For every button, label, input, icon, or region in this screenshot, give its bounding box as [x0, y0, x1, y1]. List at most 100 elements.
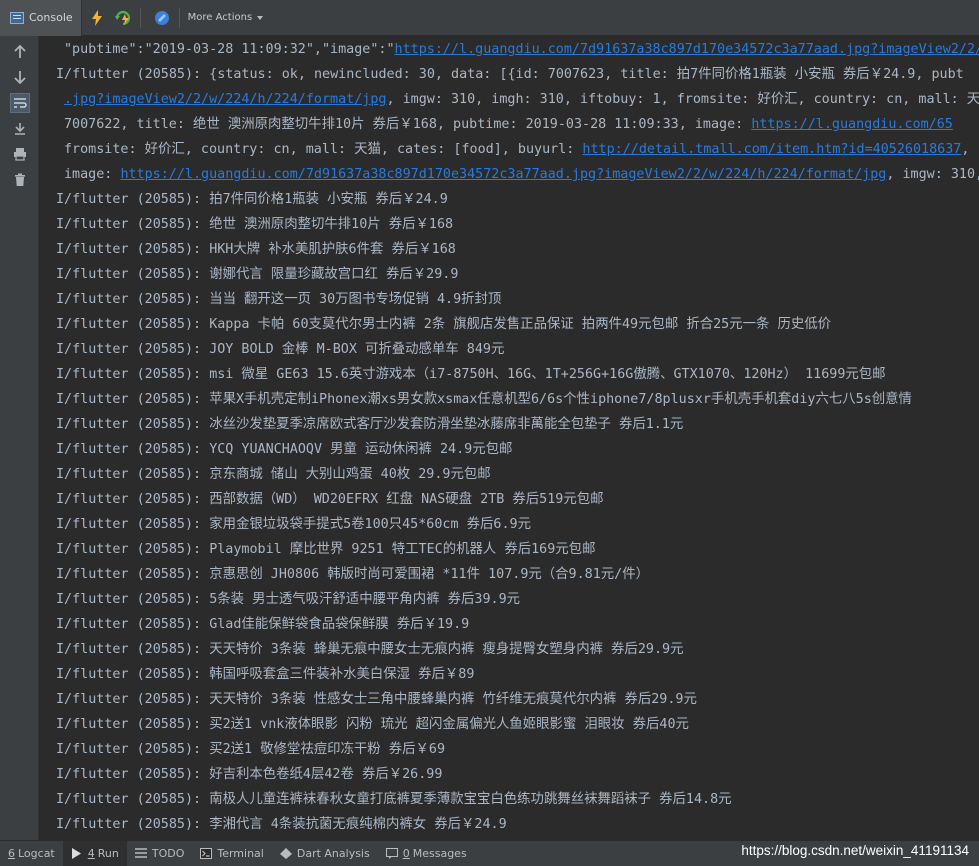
log-message: JOY BOLD 金棒 M-BOX 可折叠动感单车 849元 [209, 342, 505, 357]
log-message: 京惠思创 JH0806 韩版时尚可爱围裙 *11件 107.9元（合9.81元/… [209, 567, 650, 582]
scroll-to-end-icon[interactable] [10, 119, 30, 139]
log-prefix: I/flutter (20585): [56, 417, 210, 432]
soft-wrap-icon[interactable] [10, 93, 30, 113]
log-message: Kappa 卡帕 60支莫代尔男士内裤 2条 旗舰店发售正品保证 拍两件49元包… [209, 317, 832, 332]
log-message: 京东商城 储山 大别山鸡蛋 40枚 29.9元包邮 [209, 467, 491, 482]
log-line: I/flutter (20585): 天天特价 3条装 性感女士三角中腰蜂巢内裤… [56, 687, 697, 712]
logcat-label: Logcat [18, 847, 55, 860]
log-message: YCQ YUANCHAOQV 男童 运动休闲裤 24.9元包邮 [209, 442, 513, 457]
log-line: I/flutter (20585): 天天特价 3条装 蜂巢无痕中腰女士无痕内裤… [56, 637, 683, 662]
messages-tab[interactable]: 0 Messages [378, 841, 475, 866]
log-prefix: I/flutter (20585): [56, 667, 210, 682]
log-prefix: I/flutter (20585): [56, 292, 210, 307]
log-prefix: I/flutter (20585): [56, 492, 210, 507]
log-prefix: I/flutter (20585): [56, 267, 210, 282]
terminal-icon [200, 848, 213, 859]
chevron-down-icon [257, 15, 264, 20]
tab-console-label: Console [29, 11, 73, 24]
log-text: fromsite: 好价汇, country: cn, mall: 天猫, ca… [64, 142, 583, 157]
log-line: I/flutter (20585): 买2送1 敬修堂祛痘印冻干粉 券后￥69 [56, 737, 445, 762]
log-prefix: I/flutter (20585): [56, 467, 210, 482]
log-prefix: I/flutter (20585): [56, 342, 210, 357]
log-message: 苹果X手机壳定制iPhonex潮xs男女款xsmax任意机型6/6s个性ipho… [209, 392, 912, 407]
dart-analysis-tab[interactable]: Dart Analysis [272, 841, 378, 866]
log-line: I/flutter (20585): 京东商城 储山 大别山鸡蛋 40枚 29.… [56, 462, 491, 487]
log-message: 好吉利本色卷纸4层42卷 券后￥26.99 [209, 767, 443, 782]
log-line: I/flutter (20585): 绝世 澳洲原肉整切牛排10片 券后￥168 [56, 212, 453, 237]
log-text: I/flutter (20585): {status: ok, newinclu… [56, 67, 964, 82]
log-prefix: I/flutter (20585): [56, 317, 210, 332]
log-message: msi 微星 GE63 15.6英寸游戏本（i7-8750H、16G、1T+25… [209, 367, 886, 382]
more-actions-button[interactable]: More Actions [188, 12, 264, 23]
log-text: image: [64, 167, 121, 182]
log-line: I/flutter (20585): 南极人儿童连裤袜春秋女童打底裤夏季薄款宝宝… [56, 787, 732, 812]
log-line: I/flutter (20585): 西部数据（WD） WD20EFRX 红盘 … [56, 487, 604, 512]
run-label: Run [97, 847, 119, 860]
log-message: Playmobil 摩比世界 9251 特工TEC的机器人 券后169元包邮 [209, 542, 596, 557]
log-line: I/flutter (20585): YCQ YUANCHAOQV 男童 运动休… [56, 437, 512, 462]
log-prefix: I/flutter (20585): [56, 617, 210, 632]
log-line: I/flutter (20585): 拍7件同价格1瓶装 小安瓶 券后￥24.9 [56, 187, 448, 212]
log-line: I/flutter (20585): HKH大牌 补水美肌护肤6件套 券后￥16… [56, 237, 456, 262]
log-prefix: I/flutter (20585): [56, 817, 210, 832]
log-prefix: I/flutter (20585): [56, 742, 210, 757]
log-message: HKH大牌 补水美肌护肤6件套 券后￥168 [209, 242, 456, 257]
tab-console[interactable]: Console [0, 0, 82, 36]
logcat-tab[interactable]: 6 Logcat [0, 841, 63, 866]
log-prefix: I/flutter (20585): [56, 392, 210, 407]
trash-icon[interactable] [10, 170, 30, 190]
log-prefix: I/flutter (20585): [56, 217, 210, 232]
more-actions-label: More Actions [187, 12, 253, 23]
log-text: , imgw: 310, [886, 167, 979, 182]
log-message: 当当 翻开这一页 30万图书专场促销 4.9折封顶 [209, 292, 502, 307]
log-link[interactable]: http://detail.tmall.com/item.htm?id=4052… [582, 142, 961, 157]
logcat-shortcut: 6 [8, 847, 15, 860]
log-line: I/flutter (20585): 当当 翻开这一页 30万图书专场促销 4.… [56, 287, 501, 312]
log-link[interactable]: .jpg?imageView2/2/w/224/h/224/format/jpg [64, 92, 386, 107]
log-prefix: I/flutter (20585): [56, 242, 210, 257]
log-line: I/flutter (20585): Kappa 卡帕 60支莫代尔男士内裤 2… [56, 312, 831, 337]
console-output[interactable]: "pubtime":"2019-03-28 11:09:32","image":… [39, 36, 979, 840]
log-prefix: I/flutter (20585): [56, 592, 210, 607]
log-line: I/flutter (20585): {status: ok, newinclu… [56, 62, 964, 87]
log-message: 家用金银垃圾袋手提式5卷100只45*60cm 券后6.9元 [209, 517, 531, 532]
log-message: 5条装 男士透气吸汗舒适中腰平角内裤 券后39.9元 [209, 592, 521, 607]
console-toolbar: Console More Actions [0, 0, 979, 36]
print-icon[interactable] [10, 144, 30, 164]
messages-label: Messages [412, 847, 467, 860]
log-line: "pubtime":"2019-03-28 11:09:32","image":… [64, 37, 979, 62]
log-message: 天天特价 3条装 蜂巢无痕中腰女士无痕内裤 瘦身提臀女塑身内裤 券后29.9元 [209, 642, 684, 657]
log-line: 7007622, title: 绝世 澳洲原肉整切牛排10片 券后￥168, p… [64, 112, 953, 137]
log-link[interactable]: https://l.guangdiu.com/7d91637a38c897d17… [120, 167, 886, 182]
list-icon [134, 848, 147, 859]
terminal-tab[interactable]: Terminal [192, 841, 272, 866]
hot-restart-icon[interactable] [112, 7, 134, 29]
log-prefix: I/flutter (20585): [56, 692, 210, 707]
run-tab[interactable]: 4 Run [62, 840, 127, 866]
log-message: 李湘代言 4条装抗菌无痕纯棉内裤女 券后￥24.9 [209, 817, 507, 832]
log-message: Glad佳能保鲜袋食品袋保鲜膜 券后￥19.9 [209, 617, 470, 632]
run-shortcut: 4 [87, 847, 95, 860]
log-line: image: https://l.guangdiu.com/7d91637a38… [64, 162, 979, 187]
log-message: 买2送1 敬修堂祛痘印冻干粉 券后￥69 [209, 742, 446, 757]
log-line: I/flutter (20585): JOY BOLD 金棒 M-BOX 可折叠… [56, 337, 504, 362]
arrow-down-icon[interactable] [10, 67, 30, 87]
todo-tab[interactable]: TODO [127, 841, 193, 866]
flutter-inspector-icon[interactable] [151, 7, 173, 29]
terminal-label: Terminal [217, 847, 264, 860]
dart-analysis-label: Dart Analysis [296, 847, 370, 860]
log-text: , [961, 142, 970, 157]
console-icon [10, 11, 24, 24]
log-line: I/flutter (20585): 韩国呼吸套盒三件装补水美白保湿 券后￥89 [56, 662, 474, 687]
hot-reload-icon[interactable] [86, 7, 108, 29]
toolbar-separator [178, 7, 180, 28]
log-link[interactable]: https://l.guangdiu.com/65 [751, 117, 953, 132]
arrow-up-icon[interactable] [10, 42, 30, 62]
log-message: 买2送1 vnk液体眼影 闪粉 琉光 超闪金属偏光人鱼姬眼影蜜 泪眼妆 券后40… [209, 717, 689, 732]
log-message: 韩国呼吸套盒三件装补水美白保湿 券后￥89 [209, 667, 475, 682]
log-link[interactable]: https://l.guangdiu.com/7d91637a38c897d17… [395, 42, 979, 57]
messages-icon [385, 848, 398, 859]
log-line: I/flutter (20585): 谢娜代言 限量珍藏故宫口红 券后￥29.9 [56, 262, 458, 287]
log-line: I/flutter (20585): 5条装 男士透气吸汗舒适中腰平角内裤 券后… [56, 587, 520, 612]
log-prefix: I/flutter (20585): [56, 567, 210, 582]
